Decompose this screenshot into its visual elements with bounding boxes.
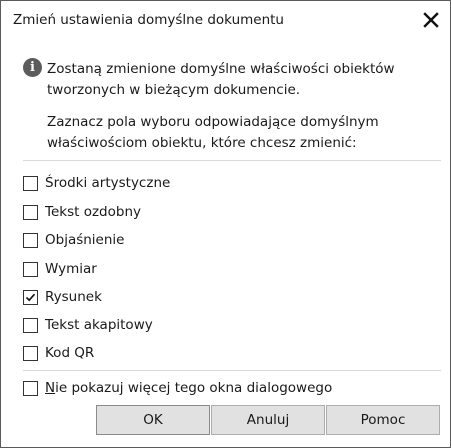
option-drawing[interactable]: Rysunek xyxy=(23,287,102,307)
instruction-line-1: Zaznacz pola wyboru odpowiadające domyśl… xyxy=(47,114,379,130)
option-artistic-media[interactable]: Środki artystyczne xyxy=(23,173,170,193)
separator-bottom xyxy=(23,370,441,371)
info-message: Zostaną zmienione domyślne właściwości o… xyxy=(47,59,447,165)
checkbox-checked[interactable] xyxy=(23,289,38,305)
title-bar: Zmień ustawienia domyślne dokumentu xyxy=(1,1,450,39)
cancel-button[interactable]: Anuluj xyxy=(211,405,325,435)
info-line-2: tworzonych w bieżącym dokumencie. xyxy=(47,82,301,98)
checkbox[interactable] xyxy=(23,175,38,191)
option-label: Nie pokazuj więcej tego okna dialogowego xyxy=(45,380,332,396)
label-rest: ie pokazuj więcej tego okna dialogowego xyxy=(55,380,333,396)
option-paragraph-text[interactable]: Tekst akapitowy xyxy=(23,315,153,335)
option-label: Wymiar xyxy=(45,261,97,277)
option-dimension[interactable]: Wymiar xyxy=(23,259,97,279)
close-icon xyxy=(423,12,439,28)
checkbox[interactable] xyxy=(23,232,38,248)
dont-show-again-option[interactable]: Nie pokazuj więcej tego okna dialogowego xyxy=(23,378,332,398)
option-label: Tekst akapitowy xyxy=(45,317,153,333)
option-label: Kod QR xyxy=(45,345,95,361)
option-callout[interactable]: Objaśnienie xyxy=(23,230,124,250)
dialog-title: Zmień ustawienia domyślne dokumentu xyxy=(13,12,284,28)
help-button[interactable]: Pomoc xyxy=(326,405,440,435)
checkbox[interactable] xyxy=(23,380,38,396)
mnemonic-letter: N xyxy=(45,380,56,396)
checkbox[interactable] xyxy=(23,345,38,361)
instruction-line-2: właściwościom obiektu, które chcesz zmie… xyxy=(47,135,357,151)
default-settings-dialog: Zmień ustawienia domyślne dokumentu i Zo… xyxy=(0,0,451,448)
checkmark-icon xyxy=(25,293,36,301)
option-qr-code[interactable]: Kod QR xyxy=(23,343,94,363)
option-label: Tekst ozdobny xyxy=(45,204,141,220)
close-button[interactable] xyxy=(419,8,443,32)
option-label: Środki artystyczne xyxy=(45,175,171,191)
checkbox[interactable] xyxy=(23,261,38,277)
checkbox[interactable] xyxy=(23,317,38,333)
option-artistic-text[interactable]: Tekst ozdobny xyxy=(23,202,141,222)
ok-button[interactable]: OK xyxy=(96,405,210,435)
info-icon: i xyxy=(23,58,42,77)
separator-top xyxy=(23,160,441,161)
info-line-1: Zostaną zmienione domyślne właściwości o… xyxy=(47,61,395,77)
option-label: Objaśnienie xyxy=(45,232,125,248)
checkbox[interactable] xyxy=(23,204,38,220)
option-label: Rysunek xyxy=(45,289,102,305)
